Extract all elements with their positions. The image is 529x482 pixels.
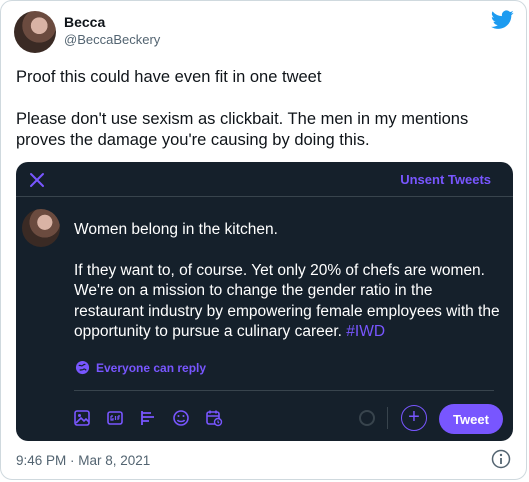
draft-text: Women belong in the kitchen. If they wan… (74, 220, 504, 343)
tweet-line-1: Proof this could have even fit in one tw… (16, 68, 322, 86)
avatar[interactable] (14, 11, 56, 53)
author-name[interactable]: Becca (64, 14, 105, 30)
timestamp[interactable]: 9:46 PM · Mar 8, 2021 (16, 453, 150, 468)
gif-icon (104, 407, 126, 429)
reply-setting-label: Everyone can reply (96, 360, 207, 375)
info-icon[interactable] (491, 449, 511, 469)
image-icon (71, 407, 93, 429)
unsent-tweets-label: Unsent Tweets (400, 172, 491, 187)
divider (74, 390, 494, 391)
embedded-screenshot[interactable]: Unsent Tweets Women belong in the kitche… (16, 162, 513, 441)
poll-icon (137, 407, 159, 429)
hashtag: #IWD (346, 323, 386, 340)
divider (16, 196, 513, 197)
tweet-button: Tweet (439, 404, 503, 434)
plus-icon: + (401, 405, 427, 431)
twitter-bird-icon[interactable] (491, 10, 514, 30)
emoji-icon (170, 407, 192, 429)
tweet-line-2: Please don't use sexism as clickbait. Th… (16, 110, 469, 149)
draft-body: If they want to, of course. Yet only 20%… (74, 261, 500, 341)
author-handle[interactable]: @BeccaBeckery (64, 32, 160, 47)
reply-setting: Everyone can reply (75, 360, 206, 375)
close-icon (30, 173, 44, 187)
tweet-card: Becca @BeccaBeckery Proof this could hav… (0, 0, 527, 480)
globe-icon (75, 360, 90, 375)
tweet-text: Proof this could have even fit in one tw… (16, 67, 516, 151)
draft-line-2: If they want to, of course. Yet only 20%… (74, 261, 504, 343)
divider (387, 407, 388, 429)
schedule-icon (203, 407, 225, 429)
compose-toolbar (71, 407, 225, 429)
avatar (22, 209, 60, 247)
character-counter (359, 410, 375, 426)
draft-line-1: Women belong in the kitchen. (74, 221, 278, 238)
